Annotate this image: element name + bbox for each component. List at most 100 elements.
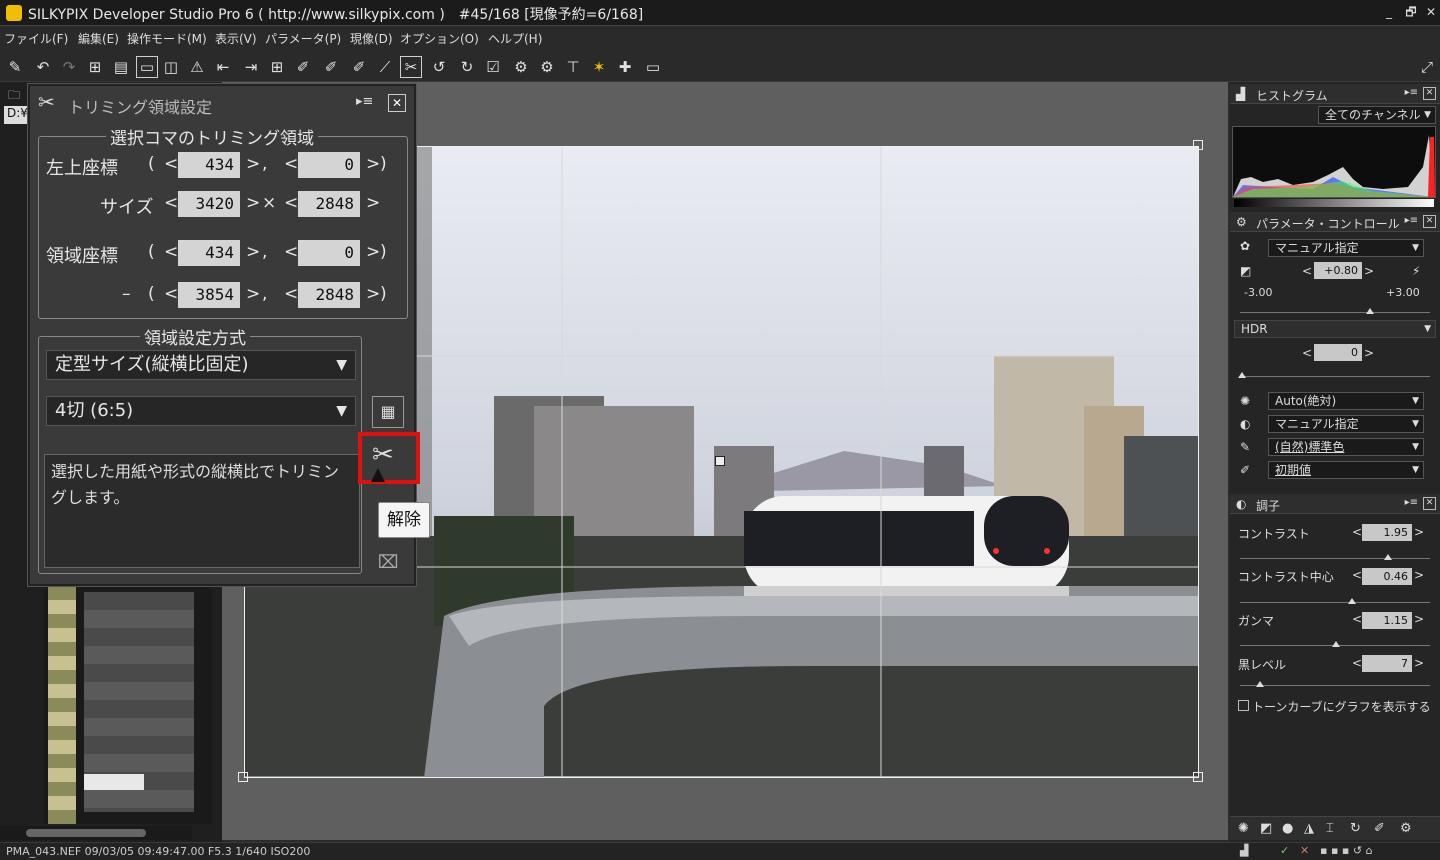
exposure-icon[interactable]: ◩ (1240, 264, 1251, 278)
drive-path[interactable]: D:¥ (4, 106, 30, 124)
color-select[interactable]: (自然)標準色 ▼ (1268, 438, 1424, 456)
contrast-center-dec[interactable]: < (1352, 568, 1362, 582)
w-inc[interactable]: > (246, 193, 260, 213)
fullscreen-icon[interactable]: ⤢ (1416, 56, 1438, 78)
left-scrollbar[interactable] (0, 826, 192, 840)
plugin-icon[interactable]: ✚ (614, 56, 636, 78)
wb-mode-select[interactable]: マニュアル指定 ▼ (1268, 239, 1424, 257)
area-start-y[interactable]: 0 (298, 240, 360, 266)
menu-develop[interactable]: 現像(D) (350, 30, 393, 47)
h-dec[interactable]: < (284, 193, 298, 213)
x-dec[interactable]: < (164, 154, 178, 174)
wb-tab-icon[interactable]: ◮ (1304, 821, 1314, 836)
prev-icon[interactable]: ⇤ (212, 56, 234, 78)
close-icon[interactable]: ✕ (1423, 497, 1436, 510)
ay-inc[interactable]: > (366, 242, 380, 262)
brush-icon[interactable]: ✐ (1374, 821, 1385, 836)
rotate-tab-icon[interactable]: ↻ (1350, 821, 1361, 836)
dropper-icon[interactable]: ✐ (292, 56, 314, 78)
delete-icon[interactable]: ✕ (1300, 844, 1309, 857)
gamma-dec[interactable]: < (1352, 612, 1362, 626)
sharpness-select[interactable]: 初期値 ▼ (1268, 461, 1424, 479)
area-start-x[interactable]: 434 (178, 240, 240, 266)
restore-button[interactable]: 🗗 (1402, 3, 1420, 21)
hdr-slider[interactable] (1238, 372, 1430, 378)
minimize-button[interactable]: _ (1380, 3, 1398, 21)
grid-overlay-icon[interactable]: ⊞ (266, 56, 288, 78)
ay-dec[interactable]: < (284, 242, 298, 262)
gamma-value[interactable]: 1.15 (1362, 612, 1412, 629)
menu-help[interactable]: ヘルプ(H) (488, 30, 542, 47)
color-icon[interactable]: ✎ (1240, 440, 1250, 454)
exposure-slider[interactable] (1240, 308, 1430, 314)
left-scroll-thumb[interactable] (26, 829, 146, 837)
dialog-titlebar[interactable]: ✂ トリミング領域設定 ▸≡ ✕ (30, 86, 414, 120)
silkypix-icon[interactable]: ✶ (588, 56, 610, 78)
trim-tool-icon[interactable]: ✂ (400, 56, 422, 78)
crop-handle-bottom-right[interactable] (1193, 772, 1203, 782)
contrast-center-value[interactable]: 0.46 (1362, 568, 1412, 585)
gamma-inc[interactable]: > (1414, 612, 1424, 626)
close-icon[interactable]: ✕ (1423, 215, 1436, 228)
gear-icon[interactable]: ⚙ (1400, 821, 1412, 836)
crop-center-handle[interactable] (715, 456, 725, 466)
exposure-inc[interactable]: > (1364, 264, 1374, 278)
crop-handle-top-right[interactable] (1193, 140, 1203, 150)
panel-menu-icon[interactable]: ▸≡ (1405, 215, 1418, 226)
contrast-value[interactable]: 1.95 (1362, 524, 1412, 541)
area-end-y[interactable]: 2848 (298, 282, 360, 308)
spot-dropper-icon[interactable]: ✐ (348, 56, 370, 78)
thumbnail-strip[interactable] (44, 586, 212, 824)
top-left-y[interactable]: 0 (298, 152, 360, 178)
ax-inc[interactable]: > (246, 242, 260, 262)
histogram-range-bar[interactable] (1234, 199, 1434, 207)
redo-icon[interactable]: ↷ (58, 56, 80, 78)
panel-menu-icon[interactable]: ▸≡ (1405, 497, 1418, 508)
black-level-dec[interactable]: < (1352, 656, 1362, 670)
dialog-close-icon[interactable]: ✕ (388, 94, 406, 112)
hdr-section-header[interactable]: HDR ▼ (1234, 320, 1436, 338)
undo-icon[interactable]: ↶ (32, 56, 54, 78)
compare-view-icon[interactable]: ◫ (160, 56, 182, 78)
tag-icon[interactable]: ⊤ (562, 56, 584, 78)
folder-icon[interactable]: 🗀 (8, 86, 24, 102)
trim-icon[interactable]: ⌧ (372, 552, 404, 580)
rotate-left-icon[interactable]: ↺ (428, 56, 450, 78)
close-icon[interactable]: ✕ (1423, 87, 1436, 100)
menu-view[interactable]: 表示(V) (215, 30, 257, 47)
develop-icon[interactable]: ⚙ (510, 56, 532, 78)
wb-icon[interactable]: ✿ (1240, 239, 1250, 253)
top-left-x[interactable]: 434 (178, 152, 240, 178)
area-end-x[interactable]: 3854 (178, 282, 240, 308)
contrast-center-inc[interactable]: > (1414, 568, 1424, 582)
by-dec[interactable]: < (284, 284, 298, 304)
single-view-icon[interactable]: ▭ (136, 56, 158, 78)
monitor-icon[interactable]: ▭ (642, 56, 664, 78)
y-dec[interactable]: < (284, 154, 298, 174)
contrast-center-slider[interactable] (1240, 598, 1430, 604)
panel-menu-icon[interactable]: ▸≡ (1405, 87, 1418, 98)
histogram-channel-select[interactable]: 全てのチャンネル ▼ (1318, 106, 1436, 124)
tone-select[interactable]: マニュアル指定 ▼ (1268, 415, 1424, 433)
rating-icons[interactable]: ▪ ▪ ▪ ↺ ⌂ (1320, 844, 1373, 857)
black-level-slider[interactable] (1240, 681, 1430, 687)
wb-dropper-icon[interactable]: ✐ (320, 56, 342, 78)
sharpness-icon[interactable]: ✐ (1240, 463, 1250, 477)
sphere-icon[interactable]: ● (1282, 821, 1293, 836)
by-inc[interactable]: > (366, 284, 380, 304)
list-view-icon[interactable]: ▤ (110, 56, 132, 78)
mark-icon[interactable]: ☑ (482, 56, 504, 78)
dynamic-range-select[interactable]: Auto(絶対) ▼ (1268, 392, 1424, 410)
size-width[interactable]: 3420 (178, 191, 240, 217)
bx-dec[interactable]: < (164, 284, 178, 304)
release-trim-button[interactable]: ✂ (358, 432, 420, 484)
bx-inc[interactable]: > (246, 284, 260, 304)
rotate-right-icon[interactable]: ↻ (456, 56, 478, 78)
black-level-value[interactable]: 7 (1362, 655, 1412, 672)
batch-develop-icon[interactable]: ⚙ (536, 56, 558, 78)
menu-parameter[interactable]: パラメータ(P) (265, 30, 341, 47)
menu-file[interactable]: ファイル(F) (4, 30, 68, 47)
exposure-value[interactable]: +0.80 (1314, 262, 1362, 279)
contrast-dec[interactable]: < (1352, 525, 1362, 539)
tone-icon[interactable]: ◐ (1240, 417, 1250, 431)
